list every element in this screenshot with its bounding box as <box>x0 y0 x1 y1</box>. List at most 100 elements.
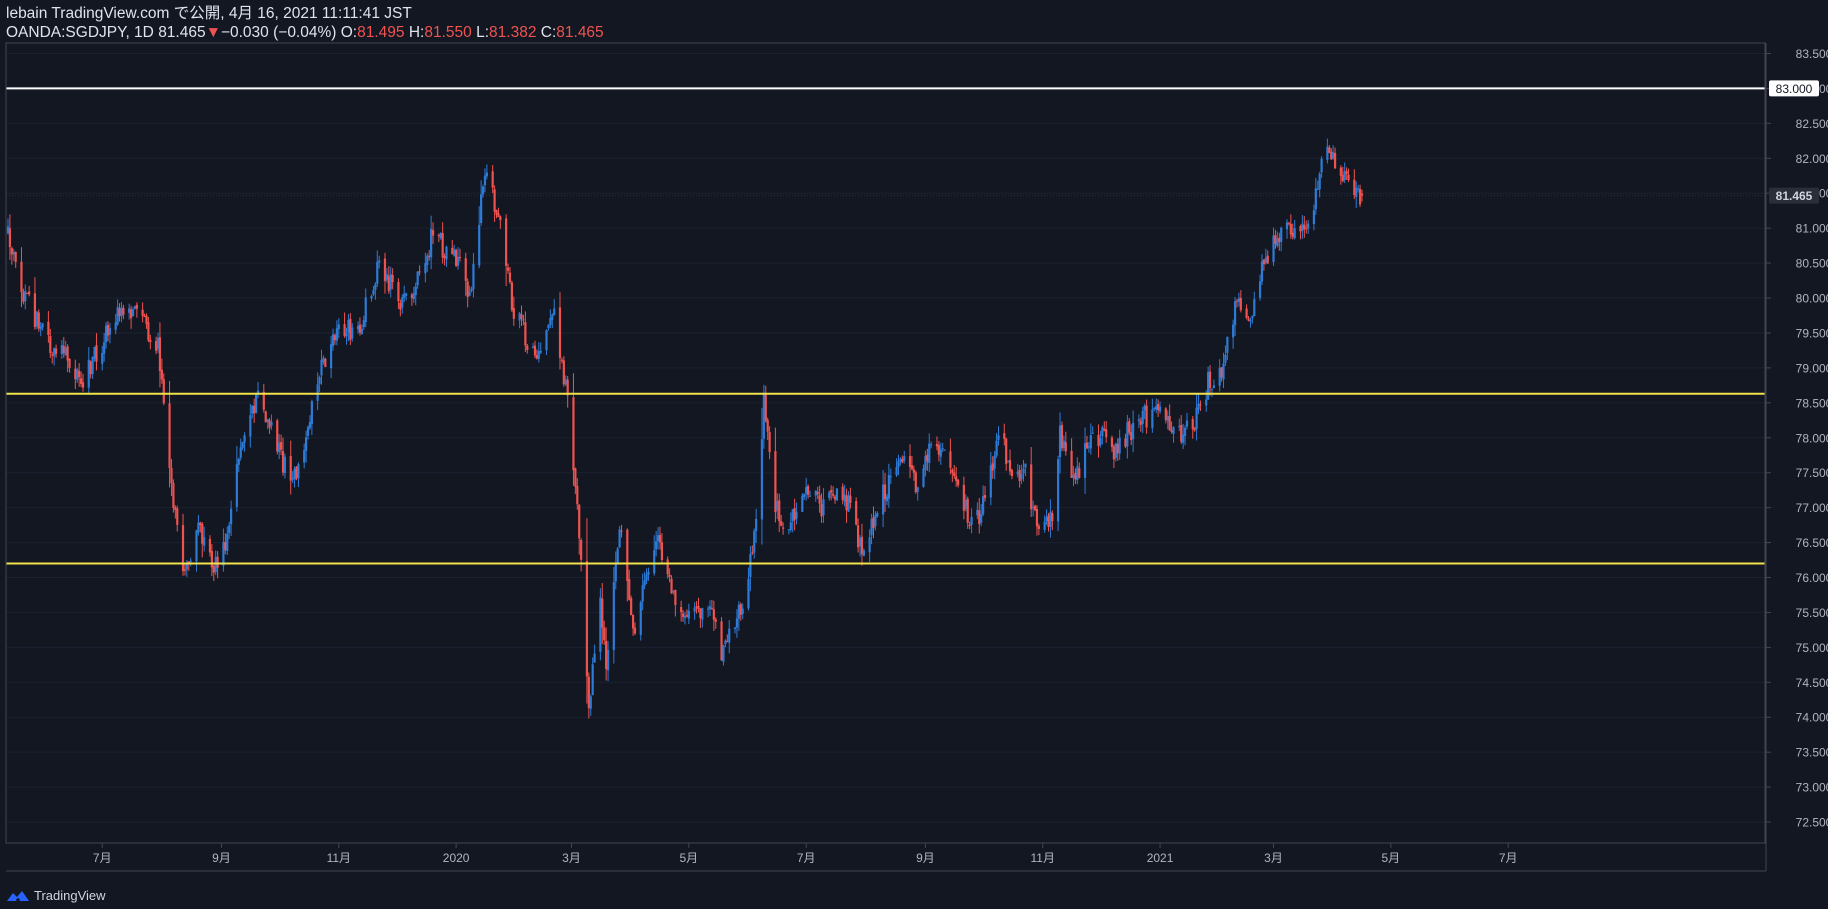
candle-down <box>143 313 146 318</box>
candle-up <box>249 403 252 448</box>
candle-body <box>310 401 313 424</box>
candle-up <box>887 463 890 508</box>
candle-up <box>12 248 15 261</box>
candle-body <box>576 486 579 505</box>
candle-down <box>1266 250 1269 264</box>
candle-body <box>28 291 31 295</box>
candle-body <box>899 459 902 462</box>
candle-body <box>1183 427 1187 437</box>
candle-body <box>928 443 931 463</box>
candle-body <box>143 316 146 318</box>
candle-down <box>849 487 852 509</box>
candle-up <box>483 168 487 193</box>
last-price-label: 81.465 <box>1776 189 1813 203</box>
candle-body <box>505 218 508 266</box>
candle-down <box>437 233 440 243</box>
candle-body <box>212 565 215 573</box>
candle-body <box>160 369 163 380</box>
candle-body <box>562 360 565 385</box>
candle-up <box>964 494 967 512</box>
candle-down <box>168 380 171 488</box>
candle-body <box>930 444 933 446</box>
candle-body <box>791 509 794 522</box>
candle-body <box>154 341 158 351</box>
candle-down <box>1333 147 1337 170</box>
candle-body <box>895 466 898 476</box>
time-axis[interactable]: 7月 9月 11月 2020 3月 5月 7月 9月 11月 2021 3月 5月 7月 <box>93 843 1518 865</box>
candle-body <box>749 553 752 577</box>
candle-body <box>1220 367 1223 378</box>
candle-body <box>453 249 456 256</box>
candle-body <box>966 498 969 523</box>
price-chart[interactable]: 72.500 73.000 73.500 74.000 74.500 75.000 75.5… <box>0 0 1828 909</box>
candle-up <box>976 502 979 520</box>
candle-down <box>129 305 133 329</box>
candle-down <box>860 523 864 566</box>
candle-body <box>103 342 106 354</box>
candle-down <box>1035 505 1039 536</box>
candle-down <box>264 410 267 423</box>
candle-down <box>951 468 954 483</box>
candle-down <box>1074 468 1077 484</box>
candle-body <box>680 607 683 613</box>
time-tick-label: 7月 <box>1499 851 1518 865</box>
candle-up <box>405 292 408 301</box>
candle-down <box>276 418 279 455</box>
candle-body <box>968 524 971 526</box>
candle-body <box>156 337 160 349</box>
candle-body <box>343 324 346 336</box>
candle-body <box>710 608 714 610</box>
candle-body <box>587 676 590 709</box>
candle-body <box>1124 438 1127 447</box>
candle-down <box>106 321 110 342</box>
candle-down <box>1103 421 1106 432</box>
candle-body <box>383 258 387 281</box>
candle-down <box>158 322 162 388</box>
candle-down <box>1164 407 1167 424</box>
candle-body <box>316 384 319 401</box>
candle-up <box>87 347 90 395</box>
candle-body <box>1333 152 1337 169</box>
candle-up <box>133 305 137 310</box>
candle-down <box>630 595 633 616</box>
candle-down <box>149 334 152 350</box>
candle-down <box>901 455 904 464</box>
candle-body <box>8 228 12 248</box>
price-axis[interactable]: 72.500 73.000 73.500 74.000 74.500 75.000 75.5… <box>1766 47 1828 830</box>
candle-body <box>266 419 269 423</box>
candle-up <box>724 639 727 648</box>
candle-body <box>739 604 742 615</box>
candle-body <box>699 608 702 618</box>
candle-body <box>270 421 273 426</box>
candle-down <box>1239 290 1242 313</box>
candle-up <box>376 250 379 288</box>
price-tick-label: 77.500 <box>1796 466 1828 480</box>
candle-body <box>1005 438 1008 464</box>
candle-up <box>316 372 319 411</box>
candle-body <box>145 315 148 324</box>
candle-down <box>491 164 494 194</box>
candle-down <box>493 185 496 222</box>
candle-body <box>780 521 783 526</box>
candle-down <box>1347 168 1350 183</box>
candle-body <box>639 602 642 635</box>
candle-up <box>1312 204 1316 231</box>
candle-body <box>268 420 271 428</box>
candle-up <box>468 285 471 297</box>
footer-brand[interactable]: TradingView <box>6 888 106 903</box>
candle-up <box>708 600 712 616</box>
candle-down <box>458 248 462 262</box>
candle-down <box>680 600 683 622</box>
candle-down <box>383 252 387 294</box>
candle-down <box>626 528 629 602</box>
candle-down <box>391 268 394 290</box>
candle-up <box>835 487 839 501</box>
candle-body <box>1022 468 1025 474</box>
candle-up <box>1280 226 1283 252</box>
candle-body <box>1110 437 1114 447</box>
candle-up <box>899 457 902 466</box>
candle-up <box>1226 336 1229 360</box>
candle-body <box>318 377 321 384</box>
candle-down <box>983 486 987 502</box>
candle-body <box>741 608 744 615</box>
